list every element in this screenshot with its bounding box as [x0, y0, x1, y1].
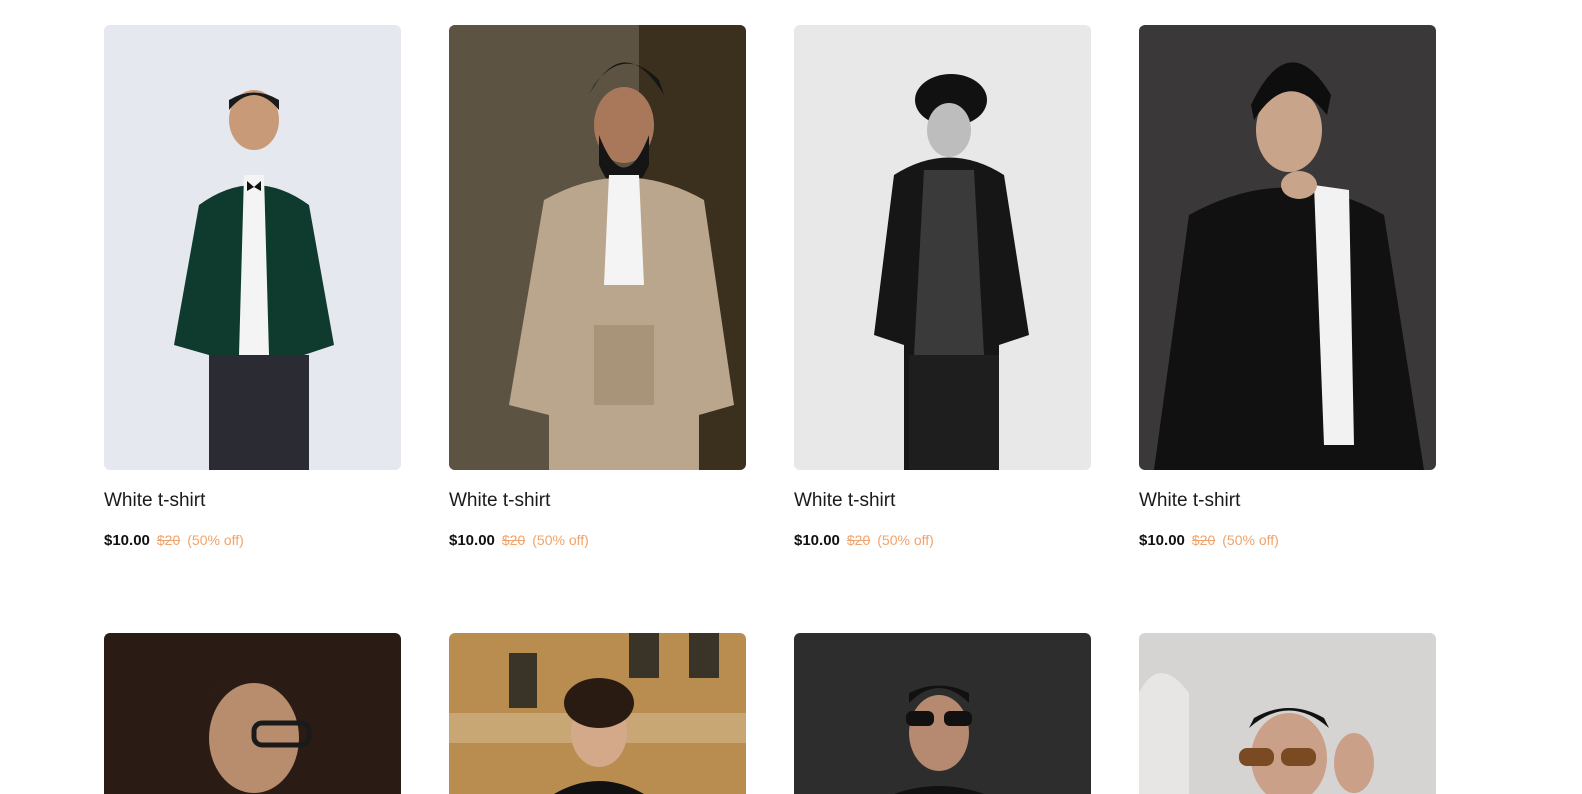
product-title[interactable]: White t-shirt: [794, 489, 1091, 513]
price-row: $10.00 $20 (50% off): [794, 530, 1091, 551]
current-price: $10.00: [449, 532, 495, 549]
product-photo-placeholder: [794, 633, 1091, 794]
product-title[interactable]: White t-shirt: [104, 489, 401, 513]
price-row: $10.00 $20 (50% off): [1139, 530, 1436, 551]
product-card[interactable]: White t-shirt $10.00 $20 (50% off): [449, 25, 746, 633]
discount-label: (50% off): [1222, 532, 1279, 548]
product-image[interactable]: [1139, 633, 1436, 794]
product-card[interactable]: [794, 633, 1091, 794]
original-price: $20: [846, 532, 871, 548]
product-card[interactable]: [1139, 633, 1436, 794]
product-photo-placeholder: [104, 633, 401, 794]
original-price: $20: [1191, 532, 1216, 548]
product-card[interactable]: [449, 633, 746, 794]
discount-label: (50% off): [877, 532, 934, 548]
product-image[interactable]: [449, 633, 746, 794]
product-photo-placeholder: [794, 25, 1091, 470]
product-photo-placeholder: [1139, 25, 1436, 470]
price-row: $10.00 $20 (50% off): [449, 530, 746, 551]
price-row: $10.00 $20 (50% off): [104, 530, 401, 551]
product-image[interactable]: [104, 25, 401, 470]
product-image[interactable]: [449, 25, 746, 470]
product-image[interactable]: [1139, 25, 1436, 470]
product-card[interactable]: White t-shirt $10.00 $20 (50% off): [104, 25, 401, 633]
product-grid: White t-shirt $10.00 $20 (50% off) White…: [104, 25, 1436, 794]
product-title[interactable]: White t-shirt: [449, 489, 746, 513]
current-price: $10.00: [104, 532, 150, 549]
current-price: $10.00: [1139, 532, 1185, 549]
product-card[interactable]: White t-shirt $10.00 $20 (50% off): [1139, 25, 1436, 633]
product-photo-placeholder: [1139, 633, 1436, 794]
product-title[interactable]: White t-shirt: [1139, 489, 1436, 513]
product-photo-placeholder: [104, 25, 401, 470]
product-photo-placeholder: [449, 25, 746, 470]
current-price: $10.00: [794, 532, 840, 549]
product-image[interactable]: [794, 25, 1091, 470]
discount-label: (50% off): [532, 532, 589, 548]
product-photo-placeholder: [449, 633, 746, 794]
product-image[interactable]: [104, 633, 401, 794]
discount-label: (50% off): [187, 532, 244, 548]
original-price: $20: [156, 532, 181, 548]
product-card[interactable]: White t-shirt $10.00 $20 (50% off): [794, 25, 1091, 633]
product-image[interactable]: [794, 633, 1091, 794]
original-price: $20: [501, 532, 526, 548]
product-card[interactable]: [104, 633, 401, 794]
